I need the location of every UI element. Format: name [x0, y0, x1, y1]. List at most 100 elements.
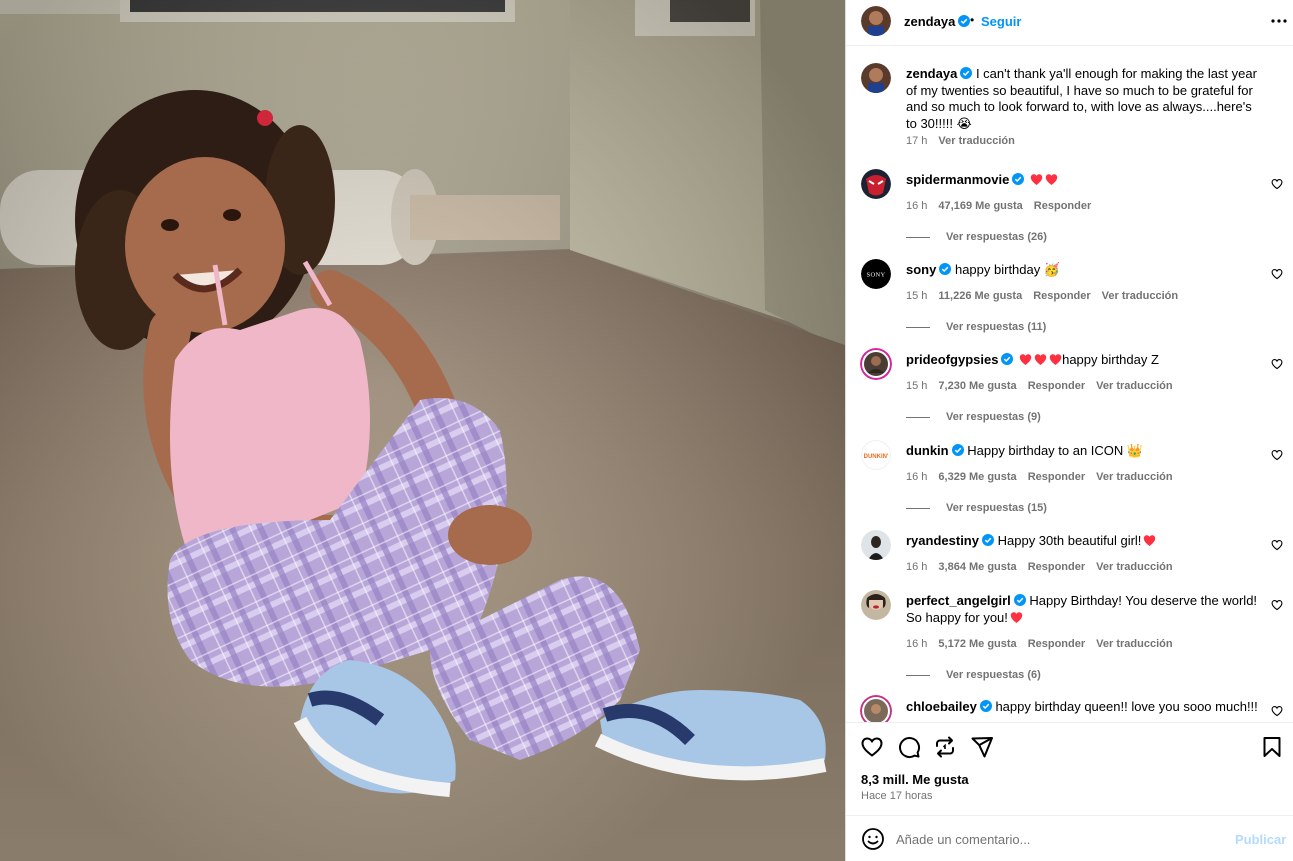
post-sidebar: zendaya • Seguir zendaya I can't thank y… [845, 0, 1293, 861]
comment-meta: 15 h 11,226 Me gusta Responder Ver traducci… [906, 290, 1189, 302]
caption-username[interactable]: zendaya [906, 66, 957, 81]
view-replies-label: Ver respuestas (11) [946, 321, 1047, 333]
more-options-icon[interactable] [1269, 9, 1289, 33]
comment-time: 16 h [906, 471, 928, 483]
comment-username[interactable]: sony [906, 262, 936, 277]
heart-emoji-icon [1010, 611, 1023, 623]
author-avatar[interactable] [861, 63, 891, 93]
replies-line [906, 674, 930, 676]
publish-button[interactable]: Publicar [1235, 832, 1286, 847]
heart-emoji-icon [1049, 354, 1062, 365]
spiderman-avatar[interactable] [861, 169, 891, 199]
sony-logo-avatar[interactable]: SONY [861, 259, 891, 289]
comment-username[interactable]: spidermanmovie [906, 172, 1009, 187]
add-comment-bar: Publicar [846, 815, 1293, 861]
comment-body: happy birthday queen!! love you sooo muc… [995, 699, 1258, 714]
post-header: zendaya • Seguir [846, 0, 1293, 46]
share-icon[interactable] [933, 735, 957, 759]
comment-icon[interactable] [897, 735, 921, 759]
view-replies-button[interactable]: Ver respuestas (6) [906, 669, 1041, 681]
translate-link[interactable]: Ver traducción [1096, 561, 1172, 573]
comment-like-count[interactable]: 7,230 Me gusta [938, 380, 1016, 392]
comment-like-count[interactable]: 3,864 Me gusta [938, 561, 1016, 573]
comment-like-count[interactable]: 47,169 Me gusta [938, 200, 1022, 212]
comment-username[interactable]: perfect_angelgirl [906, 593, 1011, 608]
comment-like-heart-icon[interactable] [1271, 705, 1283, 717]
caption-time: 17 h [906, 135, 928, 147]
reply-button[interactable]: Responder [1034, 200, 1091, 212]
ryandestiny-avatar[interactable] [861, 530, 891, 560]
perfect-angelgirl-avatar[interactable] [861, 590, 891, 620]
comment-username[interactable]: ryandestiny [906, 533, 979, 548]
follow-button[interactable]: Seguir [981, 14, 1021, 29]
comment-time: 15 h [906, 380, 928, 392]
translate-link[interactable]: Ver traducción [1096, 638, 1172, 650]
comment-like-heart-icon[interactable] [1271, 358, 1283, 370]
comment-text: prideofgypsies happy birthday Z [906, 352, 1266, 369]
verified-badge-icon [951, 444, 964, 456]
save-bookmark-icon[interactable] [1260, 735, 1284, 759]
heart-emoji-icon [1034, 354, 1047, 365]
comment-like-count[interactable]: 11,226 Me gusta [938, 290, 1022, 302]
dunkin-logo-avatar[interactable]: DUNKIN' [861, 440, 891, 470]
send-icon[interactable] [970, 735, 994, 759]
comment-text: perfect_angelgirl Happy Birthday! You de… [906, 593, 1266, 626]
translate-link[interactable]: Ver traducción [1102, 290, 1178, 302]
comment-input[interactable] [896, 828, 1216, 850]
heart-emoji-icon [1030, 174, 1043, 185]
comment-meta: 16 h 6,329 Me gusta Responder Ver traducció… [906, 471, 1184, 483]
comment-body: happy birthday Z [1062, 352, 1159, 367]
post-actions: 8,3 mill. Me gusta Hace 17 horas [846, 722, 1293, 815]
comment-meta: 16 h 3,864 Me gusta Responder Ver traducció… [906, 561, 1184, 573]
comment-like-heart-icon[interactable] [1271, 178, 1283, 190]
comment-like-count[interactable]: 5,172 Me gusta [938, 638, 1016, 650]
emoji-smile-icon[interactable] [861, 827, 885, 851]
heart-emoji-icon [1019, 354, 1032, 365]
like-heart-icon[interactable] [860, 735, 884, 759]
comment-time: 16 h [906, 638, 928, 650]
view-replies-button[interactable]: Ver respuestas (26) [906, 231, 1047, 243]
caption-translate-link[interactable]: Ver traducción [938, 135, 1014, 147]
reply-button[interactable]: Responder [1028, 380, 1085, 392]
comment-text: chloebailey happy birthday queen!! love … [906, 699, 1266, 716]
like-count[interactable]: 8,3 mill. Me gusta [861, 772, 969, 787]
comments-list[interactable]: zendaya I can't thank ya'll enough for m… [846, 47, 1293, 722]
translate-link[interactable]: Ver traducción [1096, 380, 1172, 392]
comment-username[interactable]: prideofgypsies [906, 352, 998, 367]
translate-link[interactable]: Ver traducción [1096, 471, 1172, 483]
reply-button[interactable]: Responder [1033, 290, 1090, 302]
view-replies-button[interactable]: Ver respuestas (11) [906, 321, 1046, 333]
comment-like-heart-icon[interactable] [1271, 599, 1283, 611]
svg-text:SONY: SONY [867, 272, 886, 279]
comment-text: dunkin Happy birthday to an ICON 👑 [906, 443, 1266, 460]
chloebailey-avatar[interactable] [860, 695, 892, 722]
reply-button[interactable]: Responder [1028, 561, 1085, 573]
comment-like-heart-icon[interactable] [1271, 449, 1283, 461]
comment-like-count[interactable]: 6,329 Me gusta [938, 471, 1016, 483]
view-replies-button[interactable]: Ver respuestas (15) [906, 502, 1047, 514]
caption-body: I can't thank ya'll enough for making th… [906, 66, 1257, 131]
comment-time: 16 h [906, 200, 928, 212]
comment-meta: 16 h 5,172 Me gusta Responder Ver traducció… [906, 638, 1184, 650]
comment-meta: 15 h 7,230 Me gusta Responder Ver traducció… [906, 380, 1184, 392]
view-replies-label: Ver respuestas (26) [946, 231, 1047, 243]
comment-username[interactable]: chloebailey [906, 699, 977, 714]
author-avatar[interactable] [861, 6, 891, 36]
comment-text: sony happy birthday 🥳 [906, 262, 1266, 279]
heart-emoji-icon [1144, 535, 1156, 546]
prideofgypsies-avatar[interactable] [860, 348, 892, 380]
reply-button[interactable]: Responder [1028, 638, 1085, 650]
post-photo[interactable] [0, 0, 845, 861]
reply-button[interactable]: Responder [1028, 471, 1085, 483]
comment-meta: 16 h 47,169 Me gusta Responder [906, 200, 1102, 212]
comment-time: 16 h [906, 561, 928, 573]
author-username[interactable]: zendaya [904, 14, 971, 29]
verified-badge-icon [1012, 173, 1025, 185]
verified-badge-icon [979, 700, 992, 712]
comment-like-heart-icon[interactable] [1271, 268, 1283, 280]
caption-text: zendaya I can't thank ya'll enough for m… [906, 66, 1266, 132]
comment-username[interactable]: dunkin [906, 443, 949, 458]
view-replies-button[interactable]: Ver respuestas (9) [906, 411, 1041, 423]
comment-like-heart-icon[interactable] [1271, 539, 1283, 551]
verified-badge-icon [1013, 594, 1026, 606]
